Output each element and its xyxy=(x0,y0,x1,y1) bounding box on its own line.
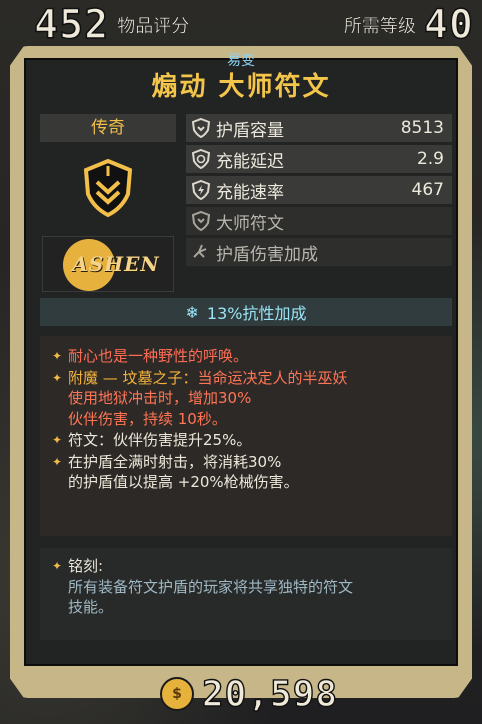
item-header: 易变 煽动 大师符文 xyxy=(26,48,456,110)
stat-row: 大师符文 xyxy=(186,207,452,235)
flavor-text: 耐心也是一种野性的呼唤。 xyxy=(68,347,249,365)
shield-chevron-icon xyxy=(74,152,142,224)
description-line: ✦ 附魔 — 坟墓之子：当命运决定人的半巫妖 使用地狱冲击时，增加30% 伙伴伤… xyxy=(50,368,442,430)
item-score-value: 452 xyxy=(33,2,110,48)
price: $ 20,598 xyxy=(160,672,338,716)
bullet-icon: ✦ xyxy=(52,433,63,447)
rune-text: 伙伴伤害提升25%。 xyxy=(113,431,252,449)
enchant-text: 当命运决定人的半巫妖 xyxy=(197,368,348,387)
description-line: ✦ 耐心也是一种野性的呼唤。 xyxy=(50,346,442,367)
manufacturer-logo: ASHEN xyxy=(42,236,174,292)
item-name: 煽动 大师符文 xyxy=(151,72,331,102)
required-level-value: 40 xyxy=(423,2,474,48)
enchant-label: 附魔 — 坟墓之子： xyxy=(68,368,198,387)
stat-value: 8513 xyxy=(400,118,444,138)
inscription-title: 铭刻: xyxy=(68,557,104,575)
stats-list: 护盾容量 8513 充能延迟 2.9 充能速率 467 大师符文 护盾伤害加成 xyxy=(186,114,452,269)
inscription-line: ✦ 铭刻: 所有装备符文护盾的玩家将共享独特的符文 技能。 xyxy=(50,556,442,618)
item-prefix: 易变 xyxy=(227,53,255,69)
description-line: ✦ 符文：伙伴伤害提升25%。 xyxy=(50,430,442,451)
item-score-label: 物品评分 xyxy=(117,16,190,37)
inscription-text: 技能。 xyxy=(68,598,114,616)
enchant-text: 使用地狱冲击时，增加30% xyxy=(68,389,252,407)
resistance-text: 13%抗性加成 xyxy=(206,304,307,323)
master-rune-icon xyxy=(190,210,212,232)
bullet-icon: ✦ xyxy=(52,559,63,573)
rune-label: 符文： xyxy=(68,431,114,449)
bullet-icon: ✦ xyxy=(52,454,63,469)
stat-row: 充能延迟 2.9 xyxy=(186,145,452,173)
required-level: 所需等级 40 xyxy=(343,2,474,48)
manufacturer-name: ASHEN xyxy=(72,252,160,276)
required-level-label: 所需等级 xyxy=(343,16,416,37)
effect-text: 在护盾全满时射击，将消耗30% xyxy=(68,452,282,471)
stat-row: 充能速率 467 xyxy=(186,176,452,204)
shield-damage-icon xyxy=(190,241,212,263)
stat-row: 护盾伤害加成 xyxy=(186,238,452,266)
stat-label: 充能速率 xyxy=(216,182,284,203)
recharge-rate-icon xyxy=(190,179,212,201)
recharge-delay-icon xyxy=(190,148,212,170)
rarity-label: 传奇 xyxy=(40,114,176,142)
stat-label: 护盾容量 xyxy=(216,120,284,141)
enchant-text: 伙伴伤害，持续 10秒。 xyxy=(68,409,227,428)
snowflake-icon: ❄ xyxy=(185,302,199,322)
inscription-panel: ✦ 铭刻: 所有装备符文护盾的玩家将共享独特的符文 技能。 xyxy=(40,548,452,640)
description-line: ✦ 在护盾全满时射击，将消耗30% 的护盾值以提高 +20%枪械伤害。 xyxy=(50,452,442,493)
stat-label: 大师符文 xyxy=(216,213,284,234)
resistance-bonus: ❄ 13%抗性加成 xyxy=(40,298,452,326)
item-score: 452 物品评分 xyxy=(33,2,190,48)
price-value: 20,598 xyxy=(201,673,339,715)
stat-label: 护盾伤害加成 xyxy=(216,244,318,265)
stat-value: 467 xyxy=(411,180,444,200)
stat-row: 护盾容量 8513 xyxy=(186,114,452,142)
coin-icon: $ xyxy=(160,677,194,711)
stat-value: 2.9 xyxy=(416,149,444,169)
stat-label: 充能延迟 xyxy=(216,151,284,172)
shield-capacity-icon xyxy=(190,117,212,139)
bullet-icon: ✦ xyxy=(52,349,63,363)
description-panel: ✦ 耐心也是一种野性的呼唤。 ✦ 附魔 — 坟墓之子：当命运决定人的半巫妖 使用… xyxy=(40,336,452,536)
bullet-icon: ✦ xyxy=(52,370,63,385)
top-bar: 452 物品评分 所需等级 40 xyxy=(0,0,482,50)
inscription-text: 所有装备符文护盾的玩家将共享独特的符文 xyxy=(68,577,354,596)
effect-text: 的护盾值以提高 +20%枪械伤害。 xyxy=(68,473,299,491)
